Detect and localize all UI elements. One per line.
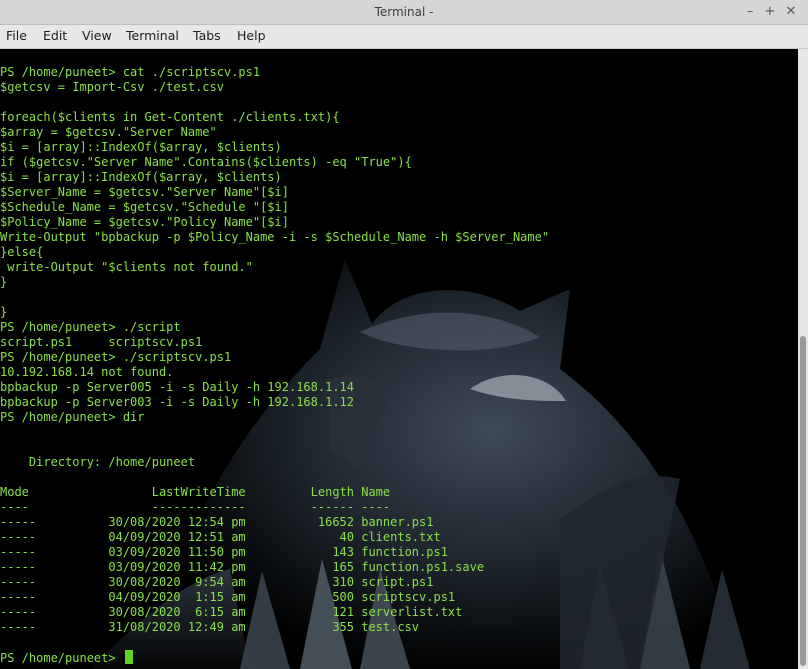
terminal-line-segment: ---- ------------- ------ ---- bbox=[0, 500, 391, 514]
terminal-line: foreach($clients in Get-Content ./client… bbox=[0, 110, 549, 125]
terminal-line-segment: PS /home/puneet> bbox=[0, 410, 123, 424]
terminal-line-segment: ----- 30/08/2020 12:54 pm 16652 banner.p… bbox=[0, 515, 434, 529]
terminal-line-segment: bpbackup -p Server005 -i -s Daily -h 192… bbox=[0, 380, 355, 394]
terminal-line: Write-Output "bpbackup -p $Policy_Name -… bbox=[0, 230, 549, 245]
terminal-line: ----- 03/09/2020 11:50 pm 143 function.p… bbox=[0, 545, 549, 560]
terminal-line-segment: script.ps1 scriptscv.ps1 bbox=[0, 335, 203, 349]
terminal-line: PS /home/puneet> dir bbox=[0, 410, 549, 425]
menu-edit[interactable]: Edit bbox=[43, 28, 67, 43]
terminal-line-segment: $array = $getcsv."Server Name" bbox=[0, 125, 217, 139]
vertical-scrollbar[interactable] bbox=[798, 49, 808, 669]
terminal-line-segment: Mode LastWriteTime Length Name bbox=[0, 485, 391, 499]
terminal-line-segment: ----- 03/09/2020 11:42 pm 165 function.p… bbox=[0, 560, 485, 574]
terminal-line: PS /home/puneet> ./script bbox=[0, 320, 549, 335]
terminal-line: ----- 04/09/2020 1:15 am 500 scriptscv.p… bbox=[0, 590, 549, 605]
terminal-line: script.ps1 scriptscv.ps1 bbox=[0, 335, 549, 350]
terminal-line-segment: ----- 03/09/2020 11:50 pm 143 function.p… bbox=[0, 545, 448, 559]
terminal-line: $array = $getcsv."Server Name" bbox=[0, 125, 549, 140]
terminal-line: ----- 30/08/2020 6:15 am 121 serverlist.… bbox=[0, 605, 549, 620]
terminal-line-segment: ./scriptscv.ps1 bbox=[122, 350, 232, 364]
menu-bar: File Edit View Terminal Tabs Help bbox=[0, 25, 808, 49]
terminal-line: Directory: /home/puneet bbox=[0, 455, 549, 470]
terminal-line-segment: ----- 31/08/2020 12:49 am 355 test.csv bbox=[0, 620, 420, 634]
terminal-line: if ($getcsv."Server Name".Contains($clie… bbox=[0, 155, 549, 170]
minimize-icon[interactable]: – bbox=[741, 3, 759, 21]
terminal-line-segment: ----- 04/09/2020 12:51 am 40 clients.txt bbox=[0, 530, 441, 544]
terminal-line: ----- 03/09/2020 11:42 pm 165 function.p… bbox=[0, 560, 549, 575]
window-title: Terminal - bbox=[374, 5, 434, 19]
terminal-line: ---- ------------- ------ ---- bbox=[0, 500, 549, 515]
terminal-line: ----- 31/08/2020 12:49 am 355 test.csv bbox=[0, 620, 549, 635]
terminal-line-segment: PS /home/puneet> bbox=[0, 350, 123, 364]
terminal-line: ----- 04/09/2020 12:51 am 40 clients.txt bbox=[0, 530, 549, 545]
terminal-line-segment: $i = [array]::IndexOf($array, $clients) bbox=[0, 140, 282, 154]
terminal-line-segment: cat bbox=[122, 65, 145, 79]
terminal-line: 10.192.168.14 not found. bbox=[0, 365, 549, 380]
terminal-line: $Server_Name = $getcsv."Server Name"[$i] bbox=[0, 185, 549, 200]
terminal-line-segment: ./scriptscv.ps1 bbox=[144, 65, 261, 79]
terminal-area[interactable]: PS /home/puneet> cat ./scriptscv.ps1 $get… bbox=[0, 49, 798, 669]
terminal-line-segment: write-Output "$clients not found." bbox=[0, 260, 253, 274]
terminal-line-segment: PS /home/puneet> bbox=[0, 320, 123, 334]
terminal-line-segment: } bbox=[0, 275, 8, 289]
terminal-line: $i = [array]::IndexOf($array, $clients) bbox=[0, 170, 549, 185]
terminal-line-segment: $getcsv = Import-Csv ./test.csv bbox=[0, 80, 224, 94]
terminal-line-segment: } bbox=[0, 305, 8, 319]
terminal-line: $getcsv = Import-Csv ./test.csv bbox=[0, 80, 549, 95]
text-cursor bbox=[124, 650, 133, 664]
terminal-line-segment: PS /home/puneet> bbox=[0, 651, 123, 665]
terminal-window: Terminal - – + ✕ File Edit View Terminal… bbox=[0, 0, 808, 669]
terminal-line: $Policy_Name = $getcsv."Policy Name"[$i] bbox=[0, 215, 549, 230]
terminal-line-segment: $Policy_Name = $getcsv."Policy Name"[$i] bbox=[0, 215, 289, 229]
terminal-line-segment: ----- 30/08/2020 9:54 am 310 script.ps1 bbox=[0, 575, 434, 589]
menu-view[interactable]: View bbox=[82, 28, 112, 43]
terminal-line: PS /home/puneet> ./scriptscv.ps1 bbox=[0, 350, 549, 365]
menu-tabs[interactable]: Tabs bbox=[193, 28, 221, 43]
terminal-line: bpbackup -p Server005 -i -s Daily -h 192… bbox=[0, 380, 549, 395]
terminal-line: }else{ bbox=[0, 245, 549, 260]
terminal-line: ----- 30/08/2020 12:54 pm 16652 banner.p… bbox=[0, 515, 549, 530]
terminal-line-segment: if ($getcsv."Server Name".Contains($clie… bbox=[0, 155, 412, 169]
terminal-output: PS /home/puneet> cat ./scriptscv.ps1 $get… bbox=[0, 65, 549, 665]
terminal-line: PS /home/puneet> bbox=[0, 650, 549, 665]
scrollbar-thumb[interactable] bbox=[800, 336, 806, 666]
terminal-line: ----- 30/08/2020 9:54 am 310 script.ps1 bbox=[0, 575, 549, 590]
maximize-icon[interactable]: + bbox=[761, 3, 779, 21]
terminal-line-segment: bpbackup -p Server003 -i -s Daily -h 192… bbox=[0, 395, 355, 409]
menu-file[interactable]: File bbox=[6, 28, 27, 43]
terminal-line: bpbackup -p Server003 -i -s Daily -h 192… bbox=[0, 395, 549, 410]
terminal-line-segment: foreach($clients in Get-Content ./client… bbox=[0, 110, 340, 124]
terminal-line: write-Output "$clients not found." bbox=[0, 260, 549, 275]
terminal-line-segment: 10.192.168.14 not found. bbox=[0, 365, 174, 379]
terminal-line-segment: ./script bbox=[122, 320, 181, 334]
terminal-line-segment: $Schedule_Name = $getcsv."Schedule "[$i] bbox=[0, 200, 289, 214]
terminal-line: } bbox=[0, 305, 549, 320]
terminal-line: $i = [array]::IndexOf($array, $clients) bbox=[0, 140, 549, 155]
terminal-line-segment: }else{ bbox=[0, 245, 44, 259]
terminal-line-segment: ----- 04/09/2020 1:15 am 500 scriptscv.p… bbox=[0, 590, 456, 604]
terminal-line: Mode LastWriteTime Length Name bbox=[0, 485, 549, 500]
terminal-line-segment: ----- 30/08/2020 6:15 am 121 serverlist.… bbox=[0, 605, 463, 619]
terminal-line: } bbox=[0, 275, 549, 290]
terminal-line: PS /home/puneet> cat ./scriptscv.ps1 bbox=[0, 65, 549, 80]
terminal-line-segment: $i = [array]::IndexOf($array, $clients) bbox=[0, 170, 282, 184]
terminal-line-segment: $Server_Name = $getcsv."Server Name"[$i] bbox=[0, 185, 289, 199]
menu-terminal[interactable]: Terminal bbox=[126, 28, 179, 43]
menu-help[interactable]: Help bbox=[237, 28, 266, 43]
close-icon[interactable]: ✕ bbox=[782, 3, 800, 21]
terminal-line-segment: dir bbox=[122, 410, 145, 424]
terminal-line-segment: Write-Output "bpbackup -p $Policy_Name -… bbox=[0, 230, 550, 244]
terminal-line-segment: Directory: /home/puneet bbox=[0, 455, 196, 469]
terminal-line-segment: PS /home/puneet> bbox=[0, 65, 123, 79]
title-bar[interactable]: Terminal - – + ✕ bbox=[0, 0, 808, 25]
terminal-line: $Schedule_Name = $getcsv."Schedule "[$i] bbox=[0, 200, 549, 215]
